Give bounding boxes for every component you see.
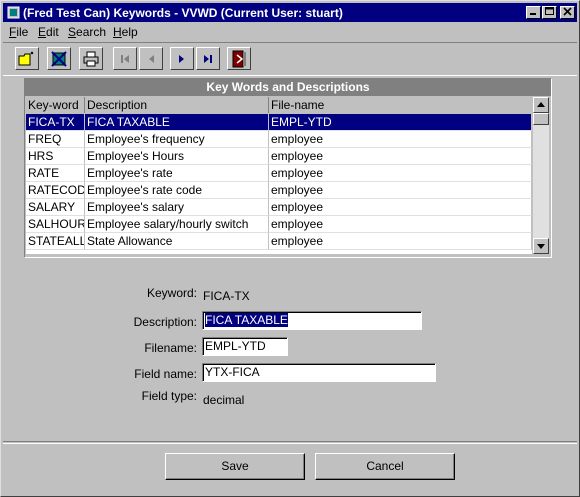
keywords-grid-panel: Key Words and Descriptions Key-word Desc… [24,78,552,258]
cell-filename: employee [269,182,532,199]
filename-label: Filename: [144,341,197,355]
minimize-icon [530,13,536,15]
cell-description: Employee's Hours [85,148,269,165]
cancel-button[interactable]: Cancel [315,453,455,480]
new-folder-icon [18,51,34,65]
new-button[interactable] [15,47,39,70]
grid-vertical-scrollbar[interactable] [533,97,549,254]
table-row[interactable]: FICA-TX FICA TAXABLE EMPL-YTD [26,114,532,131]
exit-icon [232,50,246,67]
keywords-window: (Fred Test Can) Keywords - VVWD (Current… [0,0,580,497]
table-row[interactable]: HRS Employee's Hours employee [26,148,532,165]
cell-description: Employee's frequency [85,131,269,148]
column-header-keyword[interactable]: Key-word [26,97,85,113]
cell-keyword: FICA-TX [26,114,85,131]
print-icon [83,51,99,66]
minimize-button[interactable] [526,6,541,19]
keyword-value: FICA-TX [203,289,250,303]
cell-filename: employee [269,131,532,148]
menu-file[interactable]: File [9,25,28,39]
maximize-button[interactable] [542,6,557,19]
keyword-label: Keyword: [146,286,197,300]
menu-help[interactable]: Help [113,25,138,39]
cell-description: Employee's rate [85,165,269,182]
table-row[interactable]: SALHOUR Employee salary/hourly switch em… [26,216,532,233]
window-title: (Fred Test Can) Keywords - VVWD (Current… [23,6,343,20]
cell-filename: employee [269,216,532,233]
cell-filename: employee [269,233,532,250]
filename-field[interactable]: EMPL-YTD [202,337,288,356]
scroll-thumb[interactable] [533,113,549,125]
arrow-down-icon [537,244,545,249]
scroll-down-button[interactable] [533,238,549,254]
print-button[interactable] [79,47,103,70]
save-button[interactable]: Save [165,453,305,480]
app-icon[interactable] [7,6,20,19]
first-record-button[interactable] [113,47,137,70]
fieldname-field[interactable]: YTX-FICA [202,363,436,382]
table-row[interactable]: FREQ Employee's frequency employee [26,131,532,148]
cell-filename: employee [269,199,532,216]
first-record-icon [121,54,129,63]
table-row[interactable]: RATECOD Employee's rate code employee [26,182,532,199]
table-row[interactable]: RATE Employee's rate employee [26,165,532,182]
fieldtype-label: Field type: [141,389,197,403]
cell-keyword: SALHOUR [26,216,85,233]
cell-keyword: STATEALL [26,233,85,250]
close-icon [563,7,572,16]
grid-header: Key-word Description File-name [26,97,532,115]
maximize-icon [545,7,554,15]
cell-keyword: SALARY [26,199,85,216]
cell-keyword: HRS [26,148,85,165]
column-header-description[interactable]: Description [85,97,269,113]
menu-search[interactable]: Search [68,25,106,39]
scroll-up-button[interactable] [533,97,549,113]
cell-description: State Allowance [85,233,269,250]
close-button[interactable] [560,6,575,19]
cell-filename: employee [269,165,532,182]
previous-record-button[interactable] [139,47,163,70]
table-row[interactable]: STATEALL State Allowance employee [26,233,532,250]
column-header-filename[interactable]: File-name [269,97,532,113]
toolbar [3,42,577,76]
cell-filename: employee [269,148,532,165]
cell-keyword: RATE [26,165,85,182]
grid-title: Key Words and Descriptions [25,79,551,96]
cell-keyword: FREQ [26,131,85,148]
table-row[interactable]: SALARY Employee's salary employee [26,199,532,216]
next-record-button[interactable] [170,47,194,70]
cell-description: Employee salary/hourly switch [85,216,269,233]
cell-description: Employee's rate code [85,182,269,199]
fieldname-label: Field name: [134,367,197,381]
title-bar: (Fred Test Can) Keywords - VVWD (Current… [3,3,577,22]
delete-icon [51,50,67,67]
last-record-icon [204,54,212,63]
keywords-grid[interactable]: Key-word Description File-name FICA-TX F… [26,97,532,254]
exit-button[interactable] [227,47,251,70]
description-label: Description: [133,315,197,329]
cell-filename: EMPL-YTD [269,114,532,131]
cell-description: Employee's salary [85,199,269,216]
previous-record-icon [149,54,154,63]
last-record-button[interactable] [196,47,220,70]
description-text: FICA TAXABLE [205,313,288,327]
cell-keyword: RATECOD [26,182,85,199]
arrow-up-icon [537,102,545,107]
menu-edit[interactable]: Edit [38,25,59,39]
menu-bar: File Edit Search Help [3,23,577,41]
description-field[interactable]: FICA TAXABLE [202,311,422,330]
fieldtype-value: decimal [203,393,245,407]
cell-description: FICA TAXABLE [85,114,269,131]
delete-button[interactable] [47,47,71,70]
next-record-icon [179,54,184,63]
